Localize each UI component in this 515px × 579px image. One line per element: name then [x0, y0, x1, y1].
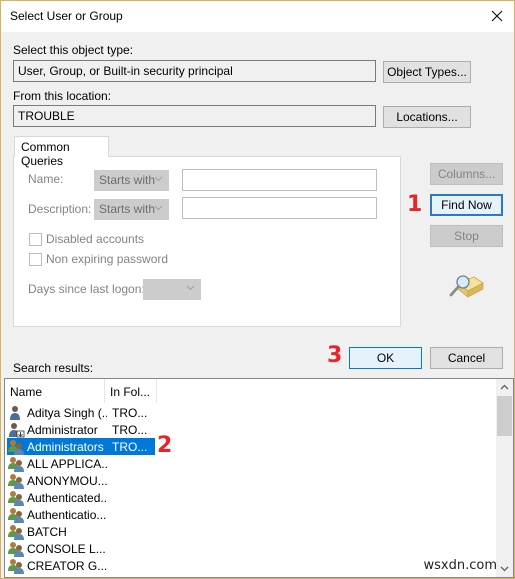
result-row[interactable]: Administrators TRO...: [7, 438, 155, 455]
locations-button[interactable]: Locations...: [383, 106, 471, 128]
result-row[interactable]: CREATOR G...: [7, 557, 155, 574]
result-folder: TRO...: [112, 439, 148, 454]
find-now-button[interactable]: Find Now: [430, 194, 503, 216]
close-icon: [491, 10, 503, 22]
result-row[interactable]: Administrator TRO...: [7, 421, 155, 438]
column-header-in-folder[interactable]: In Fol...: [105, 379, 157, 403]
result-folder: TRO...: [112, 405, 148, 420]
select-user-or-group-dialog: Select User or Group Select this object …: [0, 0, 515, 579]
name-match-select[interactable]: Starts with: [94, 170, 169, 191]
scroll-down-button[interactable]: [496, 560, 513, 577]
result-row[interactable]: ALL APPLICA...: [7, 455, 155, 472]
search-folder-icon: [449, 275, 484, 298]
name-label: Name:: [28, 172, 64, 186]
object-type-label: Select this object type:: [13, 43, 134, 57]
location-field: TROUBLE: [13, 105, 376, 127]
result-row[interactable]: BATCH: [7, 523, 155, 540]
days-since-logon-select[interactable]: [143, 279, 201, 300]
name-match-value: Starts with: [99, 173, 156, 187]
search-results-list[interactable]: Name In Fol... Aditya Singh (... TRO... Ad…: [4, 378, 514, 578]
annotation-step-3: 3: [327, 343, 343, 368]
description-match-value: Starts with: [99, 202, 156, 216]
result-name: Authenticated...: [27, 490, 107, 505]
chevron-down-icon: [500, 566, 509, 572]
tab-common-queries[interactable]: Common Queries: [14, 136, 109, 168]
result-name: Administrator: [27, 422, 98, 437]
description-match-select[interactable]: Starts with: [94, 199, 169, 220]
watermark: wsxdn.com: [423, 558, 498, 573]
result-row[interactable]: CONSOLE L...: [7, 540, 155, 557]
result-folder: TRO...: [112, 422, 148, 437]
result-row[interactable]: Aditya Singh (... TRO...: [7, 404, 155, 421]
result-name: BATCH: [27, 524, 67, 539]
ok-button[interactable]: OK: [349, 347, 422, 369]
group-icon: [7, 439, 25, 455]
disabled-accounts-checkbox-row[interactable]: Disabled accounts: [29, 232, 144, 246]
description-input[interactable]: [182, 197, 377, 219]
non-expiring-password-checkbox[interactable]: [29, 252, 42, 266]
group-icon: [7, 507, 25, 523]
vertical-scrollbar[interactable]: [496, 379, 513, 577]
user-admin-icon: [7, 422, 25, 438]
disabled-accounts-label: Disabled accounts: [46, 232, 145, 246]
stop-button[interactable]: Stop: [430, 225, 503, 247]
column-header-name[interactable]: Name: [5, 379, 105, 403]
disabled-accounts-checkbox[interactable]: [29, 232, 42, 246]
scroll-thumb[interactable]: [497, 396, 512, 436]
result-name: Authenticatio...: [27, 507, 107, 522]
result-row[interactable]: Authenticated...: [7, 489, 155, 506]
result-name: Aditya Singh (...: [27, 405, 107, 420]
common-queries-panel: Name: Starts with Description: Starts wi…: [13, 156, 401, 327]
annotation-step-1: 1: [407, 192, 423, 217]
dialog-title: Select User or Group: [10, 9, 123, 23]
description-label: Description:: [28, 202, 92, 216]
group-icon: [7, 473, 25, 489]
non-expiring-password-checkbox-row[interactable]: Non expiring password: [29, 252, 168, 266]
columns-button[interactable]: Columns...: [430, 163, 503, 185]
object-type-field: User, Group, or Built-in security princi…: [13, 60, 376, 82]
chevron-down-icon: [154, 176, 163, 182]
result-name: ALL APPLICA...: [27, 456, 107, 471]
group-icon: [7, 541, 25, 557]
object-types-button[interactable]: Object Types...: [383, 61, 471, 83]
group-icon: [7, 490, 25, 506]
group-icon: [7, 558, 25, 574]
location-label: From this location:: [13, 89, 112, 103]
result-row[interactable]: ANONYMOU...: [7, 472, 155, 489]
result-name: ANONYMOU...: [27, 473, 107, 488]
scroll-up-button[interactable]: [496, 379, 513, 396]
group-icon: [7, 456, 25, 472]
chevron-down-icon: [154, 205, 163, 211]
cancel-button[interactable]: Cancel: [430, 347, 503, 369]
chevron-up-icon: [500, 384, 509, 390]
user-icon: [7, 405, 25, 421]
chevron-down-icon: [186, 285, 195, 291]
title-bar: Select User or Group: [1, 1, 514, 32]
non-expiring-password-label: Non expiring password: [46, 252, 169, 266]
result-row[interactable]: Authenticatio...: [7, 506, 155, 523]
group-icon: [7, 524, 25, 540]
days-since-logon-label: Days since last logon:: [28, 282, 145, 296]
result-name: CREATOR G...: [27, 558, 107, 573]
annotation-step-2: 2: [157, 433, 173, 458]
result-name: Administrators: [27, 439, 104, 454]
search-results-label: Search results:: [13, 361, 94, 375]
close-button[interactable]: [480, 1, 514, 31]
result-name: CONSOLE L...: [27, 541, 106, 556]
name-input[interactable]: [182, 169, 377, 191]
